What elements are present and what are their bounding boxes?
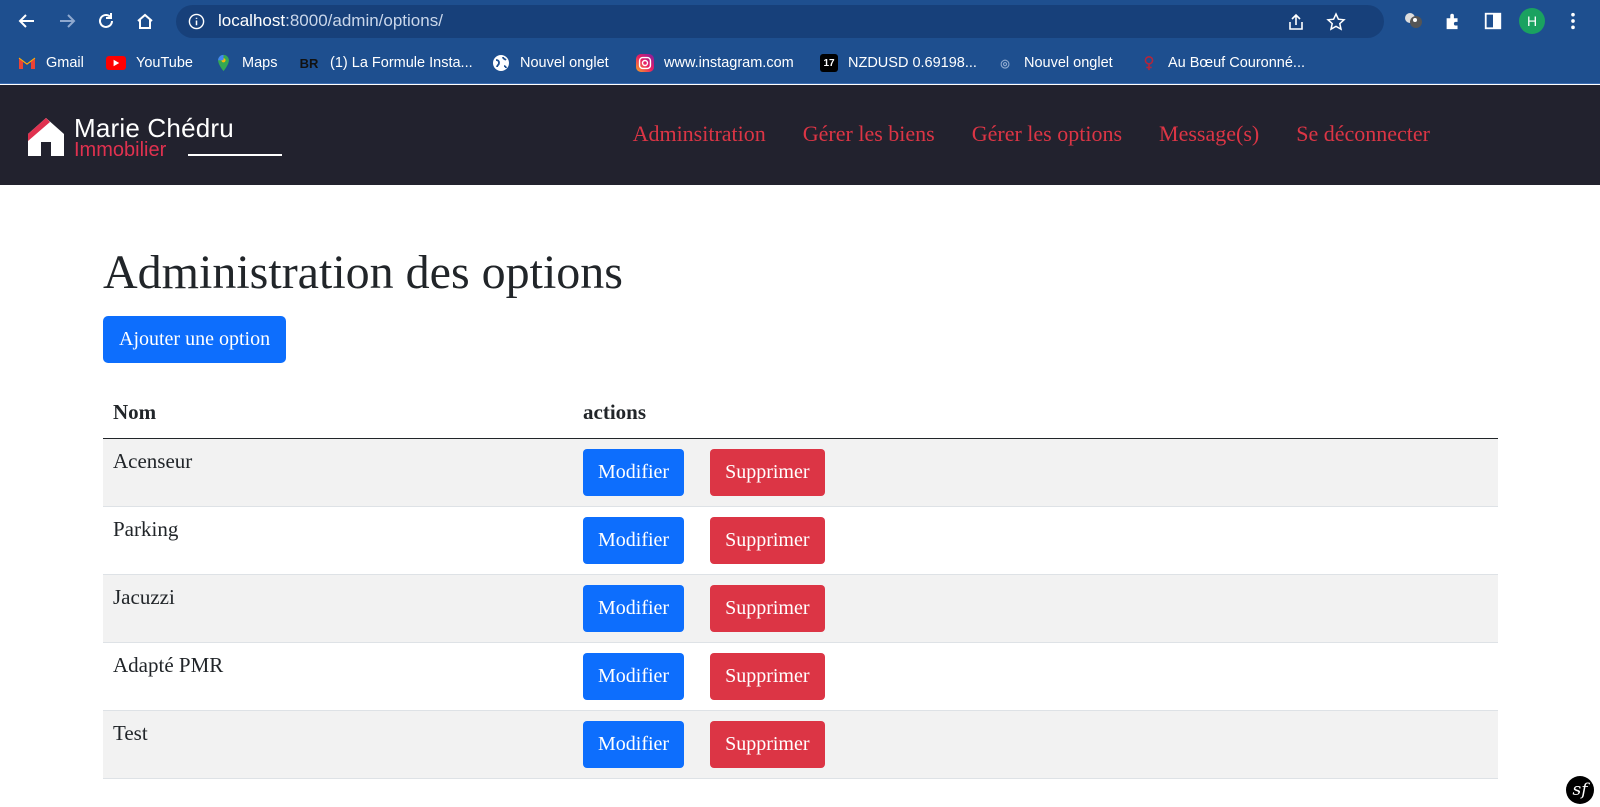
bookmark-label: Au Bœuf Couronné... [1168,55,1306,71]
generic-page-icon: ◎ [1000,57,1010,70]
row-actions: Modifier Supprimer [573,710,1498,779]
bookmark-label: NZDUSD 0.69198... [848,55,977,71]
tradingview-icon: 17 [820,54,838,72]
option-name: Jacuzzi [103,574,573,643]
table-row: Adapté PMR Modifier Supprimer [103,642,1498,711]
table-row: Acenseur Modifier Supprimer [103,438,1498,507]
option-name: Adapté PMR [103,642,573,711]
delete-button[interactable]: Supprimer [710,584,825,632]
bookmark-instagram[interactable]: www.instagram.com [636,52,794,74]
table-row: Jacuzzi Modifier Supprimer [103,574,1498,643]
row-actions: Modifier Supprimer [573,642,1498,711]
browser-menu-icon[interactable] [1562,10,1584,32]
edit-button[interactable]: Modifier [583,516,685,564]
row-actions: Modifier Supprimer [573,574,1498,643]
bookmark-nzdusd[interactable]: 17 NZDUSD 0.69198... [820,52,977,74]
delete-button[interactable]: Supprimer [710,448,825,496]
page-title: Administration des options [103,246,623,299]
bookmark-nouvel-onglet-2[interactable]: ◎ Nouvel onglet [996,52,1113,74]
option-name: Parking [103,506,573,575]
symfony-debug-icon[interactable]: sf [1566,776,1594,804]
instagram-icon [636,54,654,72]
bookmark-label: YouTube [136,55,193,71]
bookmark-label: Nouvel onglet [1024,55,1113,71]
home-icon[interactable] [132,8,158,34]
bookmark-label: Gmail [46,55,84,71]
table-header-row: Nom actions [103,387,1498,439]
site-header: Marie Chédru Immobilier Adminsitration G… [0,85,1600,185]
bookmark-boeuf-couronne[interactable]: Au Bœuf Couronné... [1140,52,1305,74]
delete-button[interactable]: Supprimer [710,516,825,564]
share-icon[interactable] [1286,12,1306,32]
back-icon[interactable] [14,8,40,34]
br-icon: BR [299,55,319,71]
table-row: Test Modifier Supprimer [103,710,1498,779]
logo-subtitle: Immobilier [74,139,167,161]
option-name: Acenseur [103,438,573,507]
nav-administration[interactable]: Adminsitration [633,121,766,147]
site-info-icon[interactable] [188,13,205,30]
delete-button[interactable]: Supprimer [710,652,825,700]
extensions-puzzle-icon[interactable] [1442,10,1464,32]
bookmark-label: (1) La Formule Insta... [330,55,473,71]
logo-underline [188,154,282,156]
site-logo[interactable]: Marie Chédru Immobilier [26,111,282,161]
delete-button[interactable]: Supprimer [710,720,825,768]
add-option-button[interactable]: Ajouter une option [103,316,287,363]
profile-avatar[interactable]: H [1519,8,1545,34]
url-path: :8000/admin/options/ [285,11,443,30]
option-name: Test [103,710,573,779]
main-nav: Adminsitration Gérer les biens Gérer les… [633,121,1430,147]
youtube-icon [106,56,126,70]
row-actions: Modifier Supprimer [573,438,1498,507]
bookmark-gmail[interactable]: Gmail [18,52,84,74]
url-text[interactable]: localhost:8000/admin/options/ [218,11,443,31]
row-actions: Modifier Supprimer [573,506,1498,575]
edit-button[interactable]: Modifier [583,448,685,496]
bookmark-formule-insta[interactable]: BR (1) La Formule Insta... [298,52,473,74]
bookmark-youtube[interactable]: YouTube [106,52,193,74]
nav-logout[interactable]: Se déconnecter [1296,121,1430,147]
reload-icon[interactable] [93,8,119,34]
nav-manage-properties[interactable]: Gérer les biens [803,121,935,147]
maps-icon [214,54,232,72]
nav-messages[interactable]: Message(s) [1159,121,1259,147]
side-panel-icon[interactable] [1482,10,1504,32]
address-bar[interactable]: localhost:8000/admin/options/ [176,5,1384,38]
bookmark-label: www.instagram.com [664,55,794,71]
forward-icon[interactable] [54,8,80,34]
bookmark-label: Maps [242,55,278,71]
options-table: Nom actions Acenseur Modifier Supprimer P… [103,387,1498,779]
table-row: Parking Modifier Supprimer [103,506,1498,575]
restaurant-icon [1140,54,1158,72]
bookmarks-bar: Gmail YouTube Maps BR (1) La Formule Inst… [0,42,1600,84]
globe-icon [492,54,510,72]
bookmark-maps[interactable]: Maps [214,52,277,74]
edit-button[interactable]: Modifier [583,584,685,632]
edit-button[interactable]: Modifier [583,720,685,768]
bookmark-label: Nouvel onglet [520,55,609,71]
browser-toolbar: localhost:8000/admin/options/ H [0,0,1600,42]
gmail-icon [18,54,36,72]
column-header-actions: actions [573,387,1498,439]
nav-manage-options[interactable]: Gérer les options [972,121,1122,147]
extension-orb-icon[interactable] [1402,10,1424,32]
url-host: localhost [218,11,286,30]
bookmark-nouvel-onglet-1[interactable]: Nouvel onglet [492,52,609,74]
house-logo-icon [28,118,64,156]
edit-button[interactable]: Modifier [583,652,685,700]
bookmark-star-icon[interactable] [1326,12,1346,32]
column-header-name: Nom [103,387,573,439]
